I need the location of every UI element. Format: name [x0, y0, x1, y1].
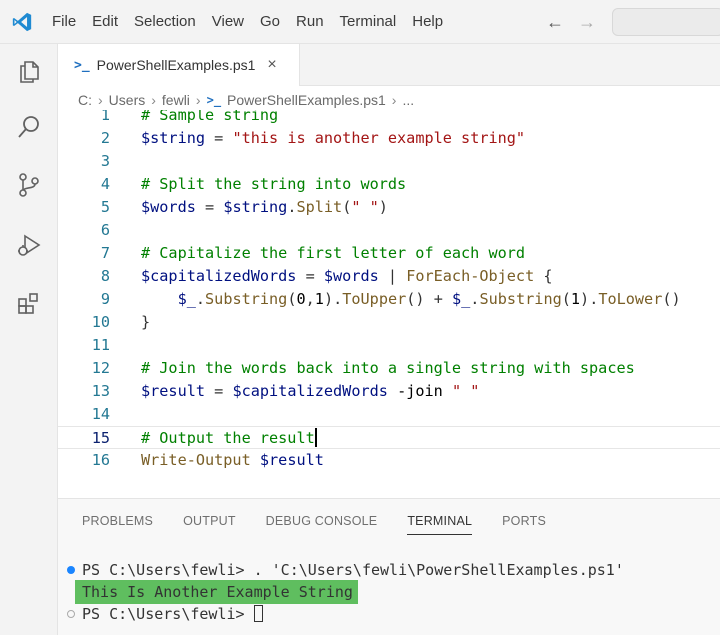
text-cursor	[314, 428, 317, 447]
command-success-dot-icon[interactable]	[67, 566, 75, 574]
code-line[interactable]: 5 $words = $string.Split(" ")	[58, 196, 720, 219]
tab-ports[interactable]: PORTS	[502, 499, 546, 543]
code-text: $capitalizedWords = $words | ForEach-Obj…	[141, 267, 553, 285]
terminal-cursor	[253, 605, 263, 622]
activity-bar	[0, 44, 58, 635]
line-number: 1	[100, 110, 110, 124]
line-number: 9	[100, 290, 110, 308]
code-text: # Join the words back into a single stri…	[141, 359, 635, 377]
code-line[interactable]: 7 # Capitalize the first letter of each w…	[58, 242, 720, 265]
terminal-prompt-line[interactable]: PS C:\Users\fewli>	[82, 603, 263, 625]
code-line[interactable]: 1 # Sample string	[58, 110, 720, 127]
code-line[interactable]: 4 # Split the string into words	[58, 173, 720, 196]
breadcrumb-symbols[interactable]: ...	[402, 92, 414, 108]
chevron-right-icon: ›	[391, 92, 397, 108]
code-text: # Sample string	[141, 110, 279, 124]
terminal-prompt: PS C:\Users\fewli>	[82, 605, 254, 623]
menu-bar: File Edit Selection View Go Run Terminal…	[44, 0, 451, 44]
menu-run[interactable]: Run	[288, 0, 332, 44]
breadcrumb-file[interactable]: PowerShellExamples.ps1	[227, 92, 386, 108]
line-number: 13	[91, 382, 110, 400]
code-editor[interactable]: 1 # Sample string 2 $string = "this is anot…	[58, 110, 720, 498]
code-line[interactable]: 6	[58, 219, 720, 242]
terminal-command-line: PS C:\Users\fewli> . 'C:\Users\fewli\Pow…	[82, 561, 624, 579]
code-text: $words = $string.Split(" ")	[141, 198, 388, 216]
code-text: # Capitalize the first letter of each wo…	[141, 244, 526, 262]
title-bar: File Edit Selection View Go Run Terminal…	[0, 0, 720, 44]
tab-debug-console[interactable]: DEBUG CONSOLE	[266, 499, 378, 543]
breadcrumb-user-folder[interactable]: fewli	[162, 92, 190, 108]
tab-terminal[interactable]: TERMINAL	[407, 499, 472, 543]
code-line[interactable]: 2 $string = "this is another example stri…	[58, 127, 720, 150]
explorer-files-icon[interactable]	[14, 56, 44, 86]
code-text: # Output the result	[141, 428, 317, 447]
code-line[interactable]: 11	[58, 334, 720, 357]
menu-file[interactable]: File	[44, 0, 84, 44]
editor-tab-bar: >_ PowerShellExamples.ps1 ×	[58, 44, 720, 86]
tab-powershellexamples[interactable]: >_ PowerShellExamples.ps1 ×	[58, 44, 300, 86]
run-debug-icon[interactable]	[14, 230, 44, 260]
line-number: 16	[91, 451, 110, 469]
source-control-icon[interactable]	[14, 170, 44, 200]
breadcrumb: C: › Users › fewli › >_ PowerShellExampl…	[78, 88, 414, 112]
line-number: 15	[91, 429, 110, 447]
line-number: 10	[91, 313, 110, 331]
vscode-logo-icon	[0, 0, 44, 44]
tab-output[interactable]: OUTPUT	[183, 499, 236, 543]
chevron-right-icon: ›	[98, 92, 103, 108]
line-number: 14	[91, 405, 110, 423]
code-line[interactable]: 16 Write-Output $result	[58, 449, 720, 472]
chevron-right-icon: ›	[151, 92, 156, 108]
menu-edit[interactable]: Edit	[84, 0, 126, 44]
line-number: 3	[100, 152, 110, 170]
forward-arrow-icon[interactable]: →	[578, 12, 596, 33]
code-line[interactable]: 3	[58, 150, 720, 173]
back-arrow-icon[interactable]: ←	[546, 12, 564, 33]
code-text: $_.Substring(0,1).ToUpper() + $_.Substri…	[177, 290, 681, 308]
extensions-icon[interactable]	[14, 288, 44, 318]
code-line[interactable]: 8 $capitalizedWords = $words | ForEach-Ob…	[58, 265, 720, 288]
line-number: 8	[100, 267, 110, 285]
powershell-icon: >_	[206, 93, 222, 107]
line-number: 5	[100, 198, 110, 216]
line-number: 4	[100, 175, 110, 193]
code-text: Write-Output $result	[141, 451, 324, 469]
code-line[interactable]: 13 $result = $capitalizedWords -join " "	[58, 380, 720, 403]
code-line[interactable]: 10}	[58, 311, 720, 334]
command-center-search[interactable]	[612, 8, 720, 36]
breadcrumb-drive[interactable]: C:	[78, 92, 92, 108]
menu-terminal[interactable]: Terminal	[332, 0, 405, 44]
code-line[interactable]: 12 # Join the words back into a single st…	[58, 357, 720, 380]
tab-label: PowerShellExamples.ps1	[96, 57, 256, 73]
line-number: 11	[91, 336, 110, 354]
panel-tab-bar: PROBLEMS OUTPUT DEBUG CONSOLE TERMINAL P…	[58, 499, 720, 543]
search-icon[interactable]	[14, 112, 44, 142]
code-line[interactable]: 15 # Output the result	[58, 426, 720, 449]
menu-help[interactable]: Help	[404, 0, 451, 44]
code-line[interactable]: 9 $_.Substring(0,1).ToUpper() + $_.Subst…	[58, 288, 720, 311]
powershell-icon: >_	[74, 57, 90, 73]
line-number: 12	[91, 359, 110, 377]
chevron-right-icon: ›	[195, 92, 201, 108]
code-text: $string = "this is another example strin…	[141, 129, 526, 147]
navigation-arrows: ← →	[546, 0, 596, 44]
close-icon[interactable]: ×	[267, 56, 276, 74]
line-number: 7	[100, 244, 110, 262]
breadcrumb-users[interactable]: Users	[109, 92, 146, 108]
terminal-output-line: This Is Another Example String	[82, 583, 353, 601]
menu-view[interactable]: View	[204, 0, 252, 44]
code-text: $result = $capitalizedWords -join " "	[141, 382, 480, 400]
tab-problems[interactable]: PROBLEMS	[82, 499, 153, 543]
code-text: }	[141, 313, 151, 331]
menu-go[interactable]: Go	[252, 0, 288, 44]
code-text: # Split the string into words	[141, 175, 407, 193]
line-number: 2	[100, 129, 110, 147]
line-number: 6	[100, 221, 110, 239]
menu-selection[interactable]: Selection	[126, 0, 204, 44]
code-line[interactable]: 14	[58, 403, 720, 426]
command-pending-dot-icon	[67, 610, 75, 618]
